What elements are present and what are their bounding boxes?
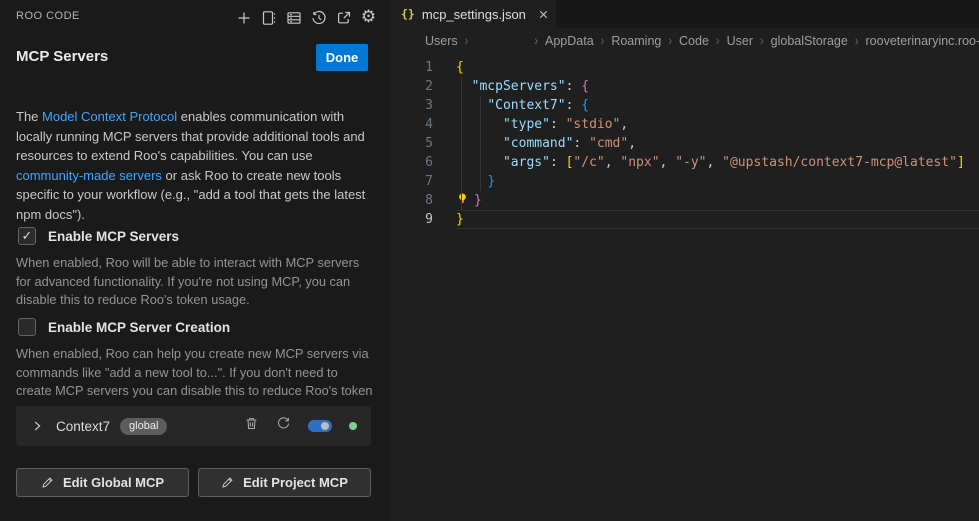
status-dot (349, 422, 357, 430)
settings-gear-icon[interactable]: ⚙ (358, 7, 379, 28)
intro-text: The (16, 109, 42, 124)
code-line[interactable]: 8} (391, 191, 979, 210)
done-button[interactable]: Done (316, 44, 368, 71)
community-made-servers-link[interactable]: community-made servers (16, 168, 162, 183)
extension-title: ROO CODE (16, 10, 80, 22)
server-row-context7[interactable]: Context7 global (16, 406, 371, 446)
line-number: 1 (391, 58, 433, 77)
breadcrumb-item[interactable]: AppData (545, 34, 594, 48)
breadcrumb-item[interactable]: Users (425, 34, 458, 48)
chevron-right-icon: › (716, 34, 720, 49)
chevron-right-icon: › (855, 34, 859, 49)
edit-project-mcp-button[interactable]: Edit Project MCP (198, 468, 371, 497)
json-file-icon: {} (401, 7, 415, 21)
chevron-right-icon: › (760, 34, 764, 49)
line-number: 8 (391, 191, 433, 210)
line-number: 6 (391, 153, 433, 172)
line-number: 5 (391, 134, 433, 153)
server-row-actions (244, 416, 357, 436)
lightbulb-icon[interactable] (456, 192, 469, 211)
delete-trash-icon[interactable] (244, 416, 259, 436)
server-scope-badge: global (120, 418, 167, 435)
enable-mcp-servers-description: When enabled, Roo will be able to intera… (16, 254, 376, 310)
close-icon[interactable] (537, 8, 550, 21)
server-name: Context7 (56, 419, 110, 434)
enable-mcp-servers-label: Enable MCP Servers (48, 229, 179, 244)
mcp-servers-icon[interactable] (283, 7, 304, 28)
history-icon[interactable] (308, 7, 329, 28)
indent-guide (480, 96, 481, 191)
page-title: MCP Servers (16, 48, 108, 65)
chevron-right-icon[interactable] (30, 419, 44, 433)
mcp-action-buttons: Edit Global MCP Edit Project MCP (16, 468, 371, 497)
line-number: 2 (391, 77, 433, 96)
intro-paragraph: The Model Context Protocol enables commu… (16, 107, 380, 224)
code-line[interactable]: 1{ (391, 58, 979, 77)
refresh-icon[interactable] (276, 416, 291, 436)
edit-project-mcp-label: Edit Project MCP (243, 475, 348, 490)
toggle-knob (321, 422, 329, 430)
checkmark-icon: ✓ (22, 228, 33, 244)
line-number: 4 (391, 115, 433, 134)
line-number: 9 (391, 210, 433, 229)
pencil-icon (41, 476, 54, 489)
chevron-right-icon: › (465, 34, 469, 49)
breadcrumb-item[interactable]: rooveterinaryinc.roo-cline (866, 34, 979, 48)
enable-mcp-creation-label: Enable MCP Server Creation (48, 320, 230, 335)
enable-mcp-servers-checkbox[interactable]: ✓ (18, 227, 36, 245)
breadcrumb-item[interactable]: Code (679, 34, 709, 48)
line-number: 7 (391, 172, 433, 191)
chevron-right-icon: › (534, 34, 538, 49)
tab-filename: mcp_settings.json (422, 7, 526, 22)
editor-pane: {} mcp_settings.json Users › › AppData › Roam… (391, 0, 979, 521)
model-context-protocol-link[interactable]: Model Context Protocol (42, 109, 177, 124)
enable-mcp-servers-row: ✓ Enable MCP Servers (18, 227, 179, 245)
roo-code-panel: ROO CODE ⚙ MCP Servers Done The Model (0, 0, 391, 521)
edit-global-mcp-button[interactable]: Edit Global MCP (16, 468, 189, 497)
enable-mcp-creation-checkbox[interactable] (18, 318, 36, 336)
code-editor[interactable]: 1{2 "mcpServers": {3 "Context7": {4 "typ… (391, 54, 979, 229)
open-in-editor-icon[interactable] (333, 7, 354, 28)
line-number: 3 (391, 96, 433, 115)
indent-guide (461, 77, 462, 210)
enable-mcp-creation-row: Enable MCP Server Creation (18, 318, 230, 336)
server-enabled-toggle[interactable] (308, 420, 332, 432)
breadcrumb-item[interactable]: globalStorage (771, 34, 848, 48)
edit-global-mcp-label: Edit Global MCP (63, 475, 164, 490)
prompts-notebook-icon[interactable] (258, 7, 279, 28)
vscode-window: ROO CODE ⚙ MCP Servers Done The Model (0, 0, 979, 521)
pencil-icon (221, 476, 234, 489)
tab-bar: {} mcp_settings.json (391, 0, 979, 28)
breadcrumb: Users › › AppData › Roaming › Code › User › globalS… (391, 28, 979, 54)
new-task-plus-icon[interactable] (233, 7, 254, 28)
panel-toolbar: ⚙ (233, 7, 379, 28)
breadcrumb-item[interactable]: User (727, 34, 753, 48)
tab-mcp-settings-json[interactable]: {} mcp_settings.json (391, 0, 556, 28)
breadcrumb-item[interactable]: Roaming (611, 34, 661, 48)
chevron-right-icon: › (668, 34, 672, 49)
chevron-right-icon: › (601, 34, 605, 49)
code-line[interactable]: 9} (391, 210, 979, 229)
code-line[interactable]: 2 "mcpServers": { (391, 77, 979, 96)
